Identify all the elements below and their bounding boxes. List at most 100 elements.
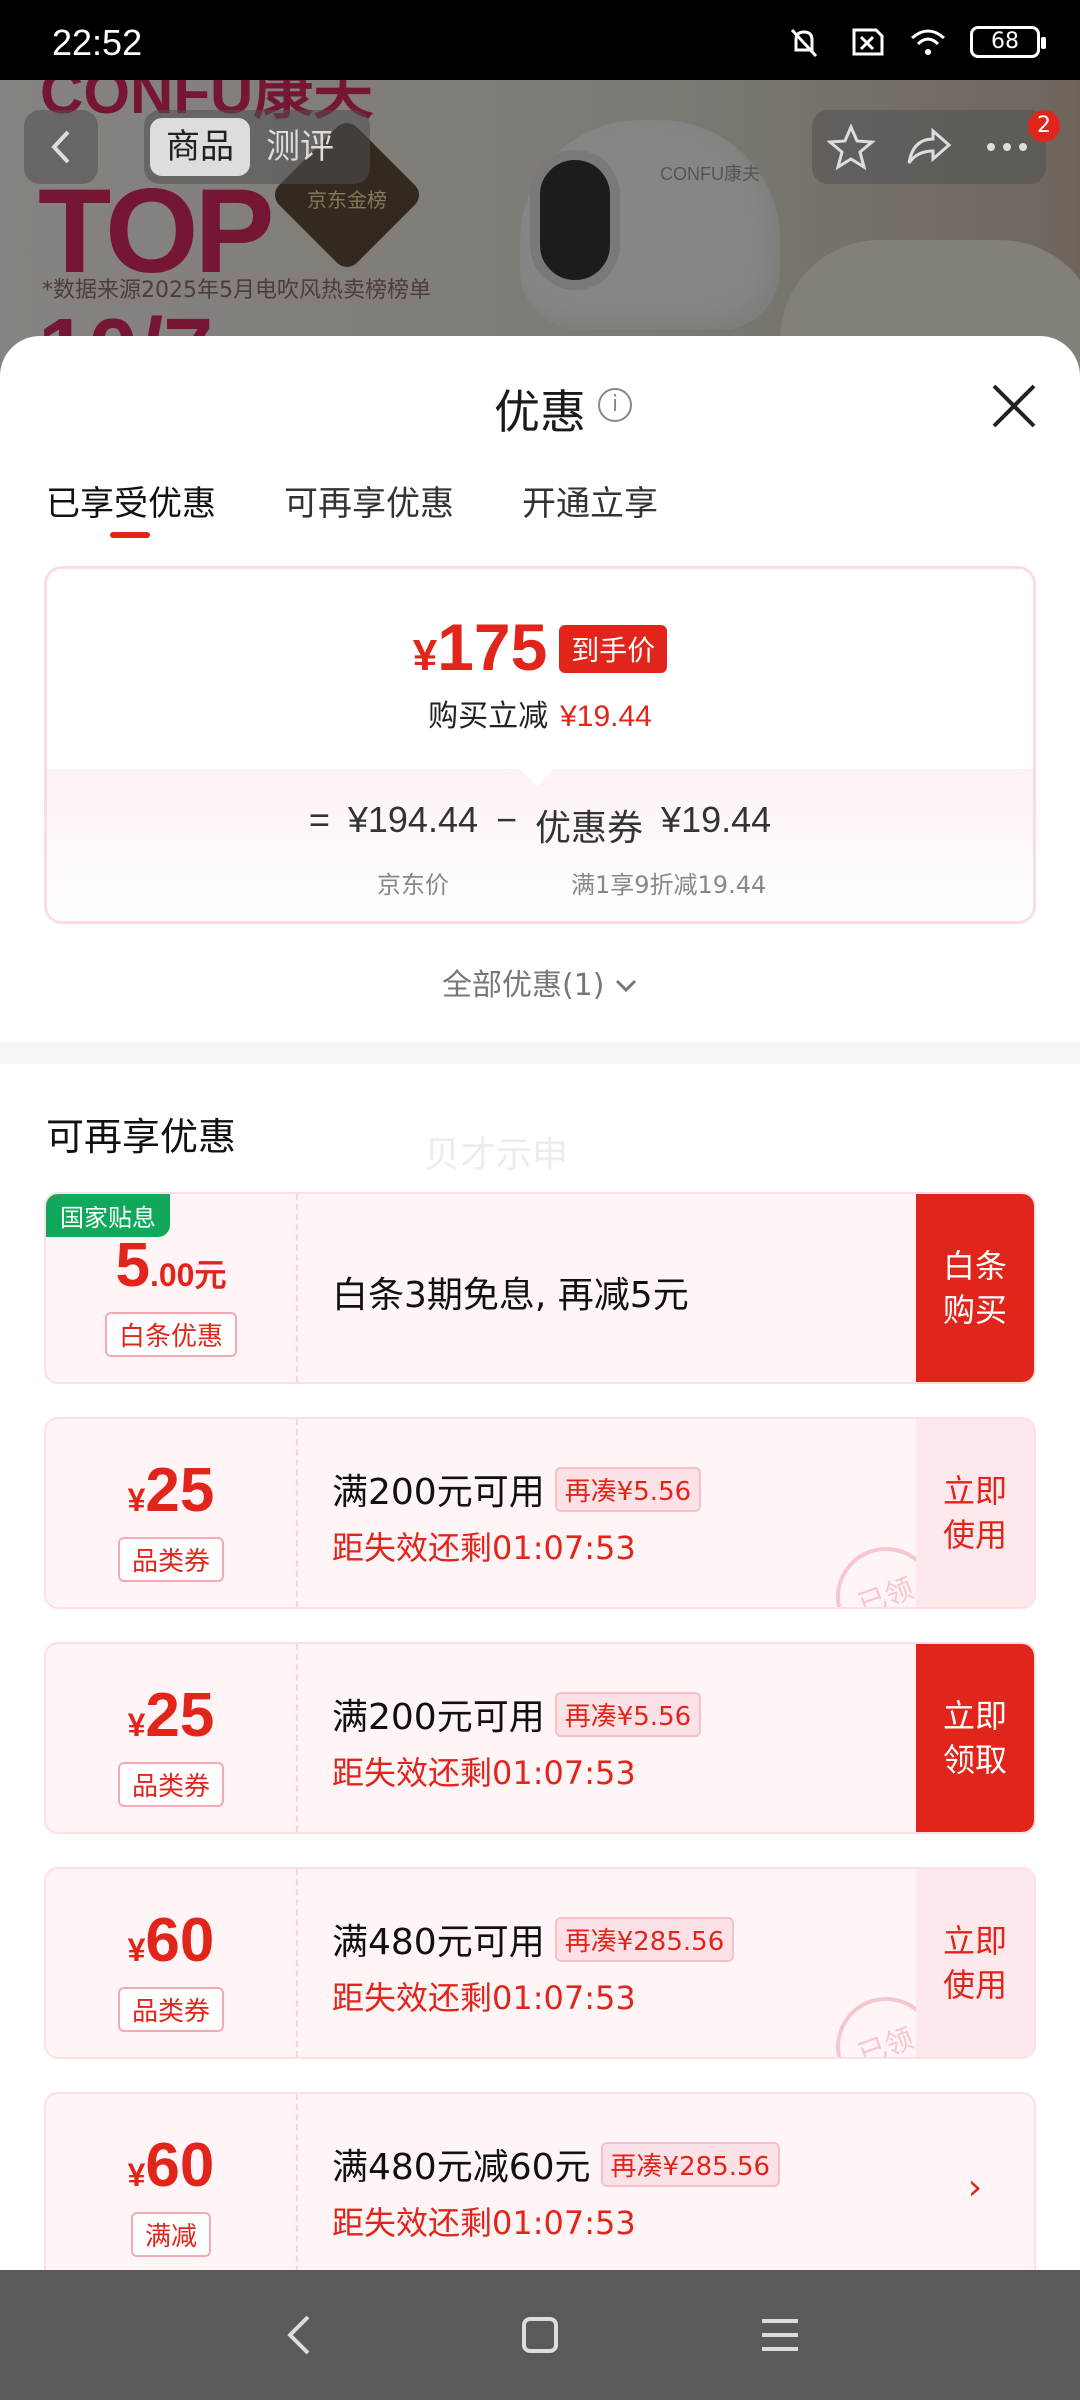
status-icons: 68 xyxy=(784,26,1046,58)
coupon-amount-int: 60 xyxy=(145,1906,215,1975)
action-line2: 使用 xyxy=(942,1516,1007,1554)
coupon-amount: ¥25 xyxy=(46,1680,296,1751)
coupon-amount: ¥60 xyxy=(46,1905,296,1976)
topup-pill: 再凑¥285.56 xyxy=(554,1917,735,1962)
more-icon[interactable] xyxy=(983,123,1031,171)
tab-review[interactable]: 测评 xyxy=(250,118,350,176)
nav-home-icon[interactable] xyxy=(510,2305,570,2365)
final-price: 175 xyxy=(437,610,548,684)
coupon-expiry: 距失效还剩01:07:53 xyxy=(332,2204,636,2242)
all-discounts-link[interactable]: 全部优惠(1) xyxy=(0,960,1080,1004)
claim-now-button[interactable]: 立即 领取 xyxy=(916,1644,1034,1832)
coupon-value-area: ¥25 品类券 xyxy=(46,1644,298,1832)
final-price-line: ¥175 到手价 xyxy=(47,609,1033,685)
coupon-amount: 5.00元 xyxy=(46,1230,296,1301)
coupon-expiry: 距失效还剩01:07:53 xyxy=(332,1979,636,2017)
chevron-down-icon xyxy=(615,979,637,993)
coupon-kind: 白条优惠 xyxy=(104,1312,238,1357)
coupon-value: ¥19.44 xyxy=(661,799,772,840)
action-line1: 立即 xyxy=(942,1697,1007,1735)
back-button[interactable] xyxy=(24,110,98,184)
subsidy-badge: 国家贴息 xyxy=(46,1194,170,1237)
coupon-amount: ¥60 xyxy=(46,2130,296,2201)
coupon-condition: 满480元可用 再凑¥285.56 xyxy=(332,1913,735,1965)
coupon-card: ¥60 品类券 满480元可用 再凑¥285.56 距失效还剩01:07:53 已… xyxy=(44,1867,1036,2059)
minus-sign: − xyxy=(496,799,518,840)
notification-badge: 2 xyxy=(1028,110,1060,142)
action-line1: 立即 xyxy=(942,1472,1007,1510)
system-nav-bar xyxy=(0,2270,1080,2400)
coupon-condition-text: 满480元可用 xyxy=(332,1922,545,1963)
coupon-kind: 品类券 xyxy=(117,1537,225,1582)
star-icon[interactable] xyxy=(827,123,875,171)
coupon-label: 优惠券 xyxy=(535,807,644,848)
topup-pill: 再凑¥285.56 xyxy=(600,2142,781,2187)
equals-sign: = xyxy=(308,799,330,840)
coupon-amount-int: 25 xyxy=(145,1456,215,1525)
action-line2: 购买 xyxy=(942,1291,1007,1329)
discount-sheet: 优惠 i 已享受优惠 可再享优惠 开通立享 ¥175 到手价 购买立减 ¥19.44… xyxy=(0,336,1080,2270)
back-icon xyxy=(51,130,70,164)
section-divider xyxy=(0,1042,1080,1064)
direct-discount-line: 购买立减 ¥19.44 xyxy=(47,691,1033,735)
coupon-condition-text: 满480元减60元 xyxy=(332,2147,591,2188)
price-calculation: = ¥194.44 − 优惠券 ¥19.44 xyxy=(47,799,1033,851)
nav-back-icon[interactable] xyxy=(270,2305,330,2365)
share-icon[interactable] xyxy=(905,123,953,171)
coupon-card: 5.00元 白条优惠 国家贴息 白条3期免息, 再减5元 白条购买 xyxy=(44,1192,1036,1384)
coupon-condition-text: 满200元可用 xyxy=(332,1697,545,1738)
coupon-amount-dec: .00元 xyxy=(149,1257,227,1293)
action-line1: 白条 xyxy=(942,1247,1007,1285)
coupon-condition: 满200元可用 再凑¥5.56 xyxy=(332,1463,702,1515)
use-now-button[interactable]: 立即 使用 xyxy=(916,1869,1034,2057)
watermark: 贝才示申 xyxy=(424,1135,569,1176)
battery-icon: 68 xyxy=(970,26,1046,58)
direct-discount-value: ¥19.44 xyxy=(560,700,652,733)
coupon-kind: 品类券 xyxy=(117,1762,225,1807)
coupon-amount-yen: ¥ xyxy=(127,2157,146,2193)
top-actions xyxy=(812,110,1046,184)
use-now-button[interactable]: 立即 使用 xyxy=(916,1419,1034,1607)
discount-tabs: 已享受优惠 可再享优惠 开通立享 xyxy=(46,476,658,538)
coupon-condition-text: 满200元可用 xyxy=(332,1472,545,1513)
tab-activate[interactable]: 开通立享 xyxy=(522,476,658,525)
tab-more-available[interactable]: 可再享优惠 xyxy=(284,476,454,525)
action-line2: 使用 xyxy=(942,1966,1007,2004)
sheet-title: 优惠 xyxy=(494,385,586,439)
coupon-amount-int: 25 xyxy=(145,1681,215,1750)
action-line1: 立即 xyxy=(942,1922,1007,1960)
wifi-icon xyxy=(911,29,945,55)
coupon-kind: 满减 xyxy=(130,2212,212,2257)
chevron-right-icon[interactable]: › xyxy=(916,2094,1034,2270)
coupon-desc: 白条3期免息, 再减5元 xyxy=(332,1275,689,1316)
direct-discount-label: 购买立减 xyxy=(428,699,549,734)
coupon-card: ¥25 品类券 满200元可用 再凑¥5.56 距失效还剩01:07:53 已领 … xyxy=(44,1417,1036,1609)
info-icon[interactable]: i xyxy=(598,388,632,422)
coupon-amount-int: 60 xyxy=(145,2131,215,2200)
tab-enjoyed[interactable]: 已享受优惠 xyxy=(46,476,216,538)
jd-price: ¥194.44 xyxy=(347,799,478,840)
tab-product[interactable]: 商品 xyxy=(150,118,250,176)
nav-menu-icon[interactable] xyxy=(750,2305,810,2365)
coupon-kind: 品类券 xyxy=(117,1987,225,2032)
coupon-condition: 满200元可用 再凑¥5.56 xyxy=(332,1688,702,1740)
coupon-amount-int: 5 xyxy=(115,1231,150,1300)
coupon-value-area: ¥25 品类券 xyxy=(46,1419,298,1607)
topup-pill: 再凑¥5.56 xyxy=(554,1692,702,1737)
coupon-amount: ¥25 xyxy=(46,1455,296,1526)
coupon-amount-yen: ¥ xyxy=(127,1707,146,1743)
coupon-amount-yen: ¥ xyxy=(127,1482,146,1518)
close-icon[interactable] xyxy=(984,376,1044,436)
coupon-value-area: ¥60 品类券 xyxy=(46,1869,298,2057)
final-price-yen: ¥ xyxy=(412,631,438,680)
status-bar: 22:52 68 xyxy=(0,0,1080,80)
mute-bell-icon xyxy=(790,28,818,58)
coupon-value-area: ¥60 满减 xyxy=(46,2094,298,2270)
all-discounts-label: 全部优惠(1) xyxy=(441,968,605,1003)
coupon-card[interactable]: ¥60 满减 满480元减60元 再凑¥285.56 距失效还剩01:07:53 … xyxy=(44,2092,1036,2270)
action-line2: 领取 xyxy=(942,1741,1007,1779)
coupon-expiry: 距失效还剩01:07:53 xyxy=(332,1529,636,1567)
baitiao-buy-button[interactable]: 白条 购买 xyxy=(916,1194,1034,1382)
coupon-expiry: 距失效还剩01:07:53 xyxy=(332,1754,636,1792)
final-price-tag: 到手价 xyxy=(559,625,668,673)
